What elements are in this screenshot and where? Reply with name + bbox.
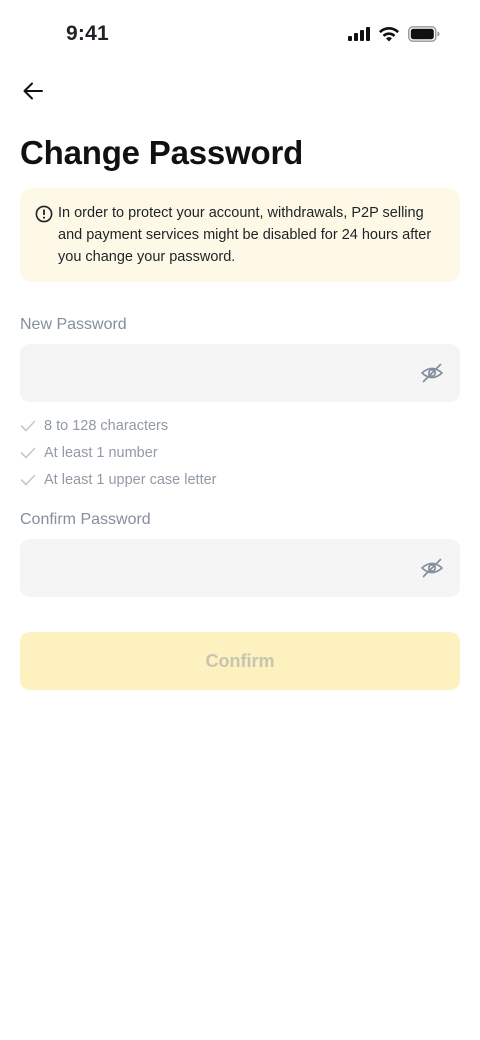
status-bar: 9:41 xyxy=(0,0,480,72)
check-icon xyxy=(20,474,36,486)
eye-off-icon xyxy=(420,363,444,389)
confirm-password-field[interactable] xyxy=(20,539,460,597)
back-button[interactable] xyxy=(18,78,48,108)
new-password-input[interactable] xyxy=(36,344,416,402)
password-rule-text: At least 1 number xyxy=(44,444,158,461)
cellular-signal-icon xyxy=(348,27,370,41)
new-password-field[interactable] xyxy=(20,344,460,402)
new-password-visibility-toggle[interactable] xyxy=(420,361,444,385)
new-password-label: New Password xyxy=(20,316,127,333)
wifi-icon xyxy=(378,26,400,42)
confirm-button[interactable]: Confirm xyxy=(20,632,460,690)
password-rule-text: 8 to 128 characters xyxy=(44,417,169,434)
arrow-left-icon xyxy=(22,81,44,106)
status-icons xyxy=(348,26,440,42)
confirm-password-input[interactable] xyxy=(36,539,416,597)
password-rule: At least 1 number xyxy=(20,439,217,466)
security-notice: In order to protect your account, withdr… xyxy=(20,188,460,282)
password-rule: At least 1 upper case letter xyxy=(20,466,217,493)
info-circle-icon xyxy=(35,205,53,228)
password-rule: 8 to 128 characters xyxy=(20,412,217,439)
confirm-password-visibility-toggle[interactable] xyxy=(420,556,444,580)
change-password-screen: 9:41 Change Password In order to protect… xyxy=(0,0,480,1040)
password-rule-text: At least 1 upper case letter xyxy=(44,471,217,488)
battery-icon xyxy=(408,26,440,42)
check-icon xyxy=(20,447,36,459)
page-title: Change Password xyxy=(20,134,304,171)
notice-text: In order to protect your account, withdr… xyxy=(58,205,432,265)
status-time: 9:41 xyxy=(66,22,109,45)
password-rules: 8 to 128 characters At least 1 number At… xyxy=(20,412,217,493)
eye-off-icon xyxy=(420,558,444,584)
check-icon xyxy=(20,420,36,432)
confirm-password-label: Confirm Password xyxy=(20,511,151,528)
